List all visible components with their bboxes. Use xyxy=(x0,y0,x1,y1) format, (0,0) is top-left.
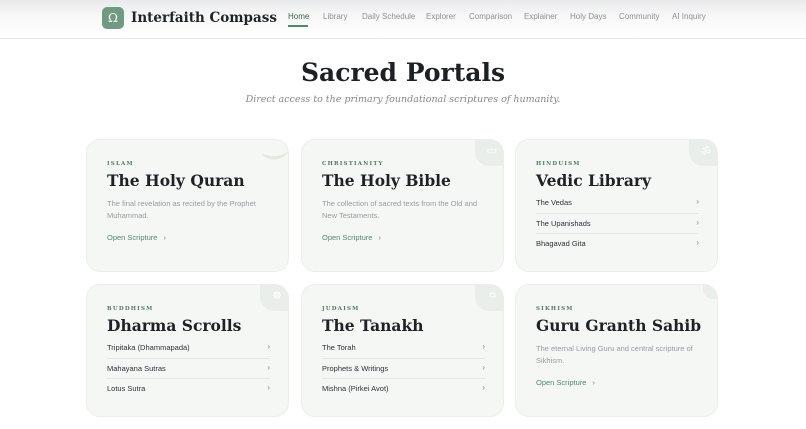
nav-daily-schedule[interactable]: Daily Schedule xyxy=(362,12,415,21)
scripture-card-judaism: ✡ JUDAISM The Tanakh The Torah › Prophets… xyxy=(301,284,504,417)
open-scripture-link[interactable]: Open Scripture › xyxy=(107,233,166,242)
scripture-list: The Torah › Prophets & Writings › Mishna (… xyxy=(322,338,485,400)
list-item-label: Bhagavad Gita xyxy=(536,239,586,248)
card-tag: BUDDHISM xyxy=(107,306,154,312)
chevron-right-icon: › xyxy=(696,238,699,247)
scripture-list: Tripitaka (Dhammapada) › Mahayana Sutras ›… xyxy=(107,338,270,400)
list-item[interactable]: The Vedas › xyxy=(536,193,699,214)
card-title: Dharma Scrolls xyxy=(107,316,242,335)
card-title: The Tanakh xyxy=(322,316,424,335)
list-item[interactable]: Lotus Sutra › xyxy=(107,379,270,400)
book-icon: ▭ xyxy=(475,140,503,166)
card-description: The eternal Living Guru and central scri… xyxy=(536,344,693,365)
card-tag: HINDUISM xyxy=(536,161,581,167)
list-item-label: Lotus Sutra xyxy=(107,384,146,393)
nav-community[interactable]: Community xyxy=(619,12,659,21)
chevron-right-icon: › xyxy=(482,383,485,392)
khanda-icon xyxy=(703,285,717,299)
list-item-label: Tripitaka (Dhammapada) xyxy=(107,343,190,352)
chevron-right-icon: › xyxy=(482,342,485,351)
list-item[interactable]: Bhagavad Gita › xyxy=(536,234,699,255)
list-item-label: Prophets & Writings xyxy=(322,363,389,373)
nav-comparison[interactable]: Comparison xyxy=(469,12,512,21)
nav-ai-inquiry[interactable]: AI Inquiry xyxy=(672,12,706,21)
scripture-card-buddhism: ☸ BUDDHISM Dharma Scrolls Tripitaka (Dha… xyxy=(86,284,289,417)
open-scripture-label: Open Scripture xyxy=(107,233,158,242)
chevron-right-icon: › xyxy=(592,378,595,387)
chevron-right-icon: › xyxy=(267,383,270,392)
list-item[interactable]: The Upanishads › xyxy=(536,214,699,234)
scripture-card-islam: ISLAM The Holy Quran The final revelatio… xyxy=(86,139,289,272)
chevron-right-icon: › xyxy=(378,233,381,242)
chevron-right-icon: › xyxy=(696,217,699,227)
list-item[interactable]: Mahayana Sutras › xyxy=(107,359,270,379)
list-item-label: The Upanishads xyxy=(536,218,591,228)
list-item-label: Mishna (Pirkei Avot) xyxy=(322,384,389,393)
card-description: The collection of sacred texts from the … xyxy=(322,199,478,220)
nav-home[interactable]: Home xyxy=(288,12,309,21)
card-title: The Holy Bible xyxy=(322,171,451,190)
list-item[interactable]: Prophets & Writings › xyxy=(322,359,485,379)
nav-explorer[interactable]: Explorer xyxy=(426,12,456,21)
card-title: The Holy Quran xyxy=(107,171,245,190)
list-item[interactable]: The Torah › xyxy=(322,338,485,359)
card-tag: JUDAISM xyxy=(322,306,360,312)
chevron-right-icon: › xyxy=(267,362,270,372)
page-subtitle: Direct access to the primary foundationa… xyxy=(245,94,561,105)
dharma-wheel-icon: ☸ xyxy=(260,285,288,311)
card-title: Vedic Library xyxy=(536,171,652,190)
star-icon: ✡ xyxy=(475,285,503,311)
list-item[interactable]: Mishna (Pirkei Avot) › xyxy=(322,379,485,400)
card-tag: ISLAM xyxy=(107,161,134,167)
chevron-right-icon: › xyxy=(696,197,699,206)
open-scripture-link[interactable]: Open Scripture › xyxy=(536,378,595,387)
scripture-card-hinduism: ॐ HINDUISM Vedic Library The Vedas › The … xyxy=(515,139,718,272)
top-header: Ω Interfaith Compass Home Library Daily … xyxy=(0,0,806,39)
logo-icon[interactable]: Ω xyxy=(102,7,124,29)
active-nav-indicator xyxy=(288,25,308,27)
open-scripture-label: Open Scripture xyxy=(322,233,373,242)
card-description: The final revelation as recited by the P… xyxy=(107,199,256,220)
brand-name[interactable]: Interfaith Compass xyxy=(131,10,277,26)
page-title: Sacred Portals xyxy=(300,58,506,87)
list-item[interactable]: Tripitaka (Dhammapada) › xyxy=(107,338,270,359)
scripture-list: The Vedas › The Upanishads › Bhagavad Gita… xyxy=(536,193,699,255)
open-scripture-link[interactable]: Open Scripture › xyxy=(322,233,381,242)
chevron-right-icon: › xyxy=(482,362,485,372)
open-scripture-label: Open Scripture xyxy=(536,378,587,387)
crescent-icon xyxy=(260,140,288,166)
scripture-card-christianity: ▭ CHRISTIANITY The Holy Bible The collec… xyxy=(301,139,504,272)
list-item-label: The Vedas xyxy=(536,198,572,207)
nav-holy-days[interactable]: Holy Days xyxy=(570,12,606,21)
nav-explainer[interactable]: Explainer xyxy=(524,12,557,21)
om-icon: ॐ xyxy=(689,140,717,166)
chevron-right-icon: › xyxy=(163,233,166,242)
scripture-card-sikhism: SIKHISM Guru Granth Sahib The eternal Li… xyxy=(515,284,718,417)
nav-library[interactable]: Library xyxy=(323,12,347,21)
card-tag: SIKHISM xyxy=(536,306,574,312)
card-title: Guru Granth Sahib xyxy=(536,316,702,335)
chevron-right-icon: › xyxy=(267,342,270,351)
card-tag: CHRISTIANITY xyxy=(322,161,384,167)
list-item-label: The Torah xyxy=(322,343,356,352)
list-item-label: Mahayana Sutras xyxy=(107,363,166,373)
